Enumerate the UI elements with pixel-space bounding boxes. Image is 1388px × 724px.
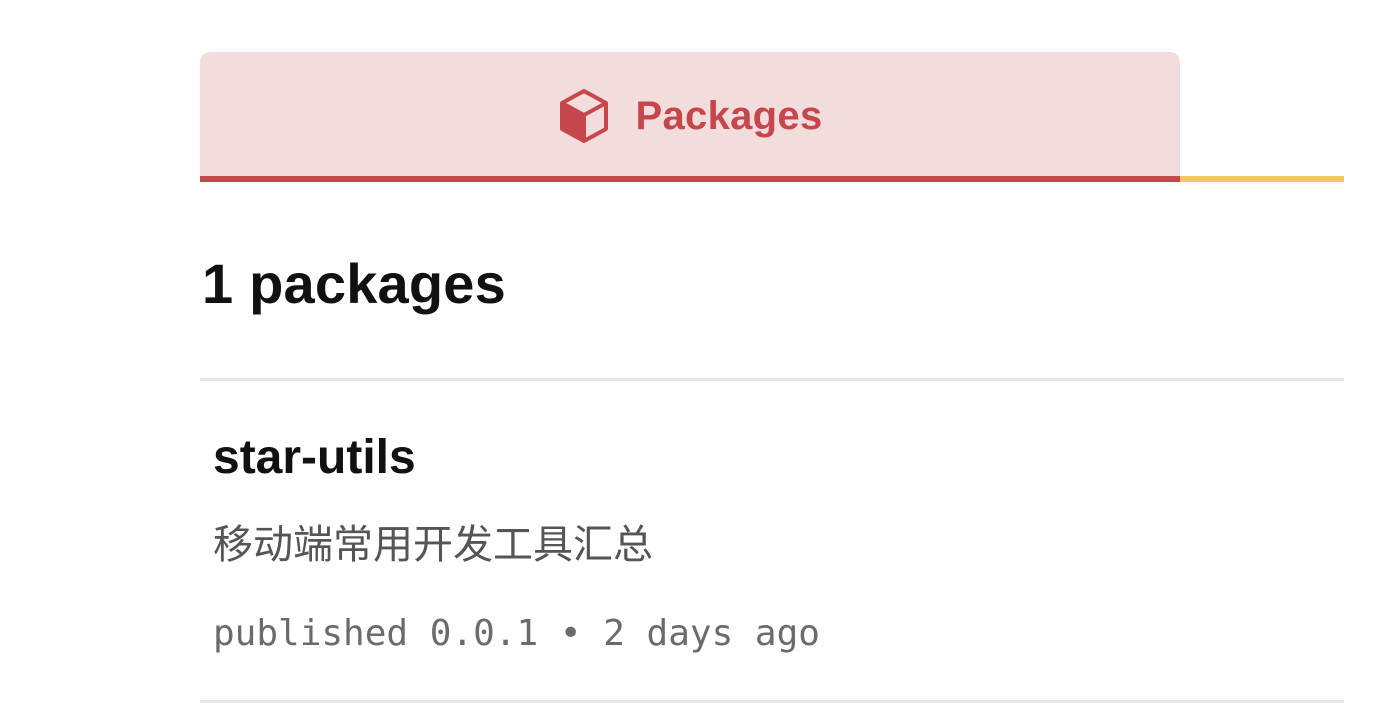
- package-publish-info: published 0.0.1 • 2 days ago: [213, 609, 820, 659]
- list-divider-bottom: [200, 700, 1344, 703]
- tab-bar: Packages: [200, 52, 1344, 182]
- tab-active-underline: [200, 176, 1180, 182]
- cube-icon: [559, 89, 608, 143]
- tab-packages-label: Packages: [635, 93, 823, 138]
- list-item: star-utils 移动端常用开发工具汇总 published 0.0.1 •…: [200, 381, 1344, 700]
- package-version: 0.0.1: [429, 613, 539, 654]
- package-name-link[interactable]: star-utils: [213, 427, 416, 489]
- tab-bar-underline: [1180, 176, 1344, 182]
- tab-packages-content: Packages: [558, 87, 823, 145]
- published-label: published: [213, 613, 409, 654]
- meta-separator: •: [559, 613, 582, 654]
- tab-packages[interactable]: Packages: [200, 52, 1180, 178]
- package-description: 移动端常用开发工具汇总: [213, 522, 653, 568]
- published-time: 2 days ago: [603, 613, 820, 654]
- package-count-heading: 1 packages: [202, 252, 506, 315]
